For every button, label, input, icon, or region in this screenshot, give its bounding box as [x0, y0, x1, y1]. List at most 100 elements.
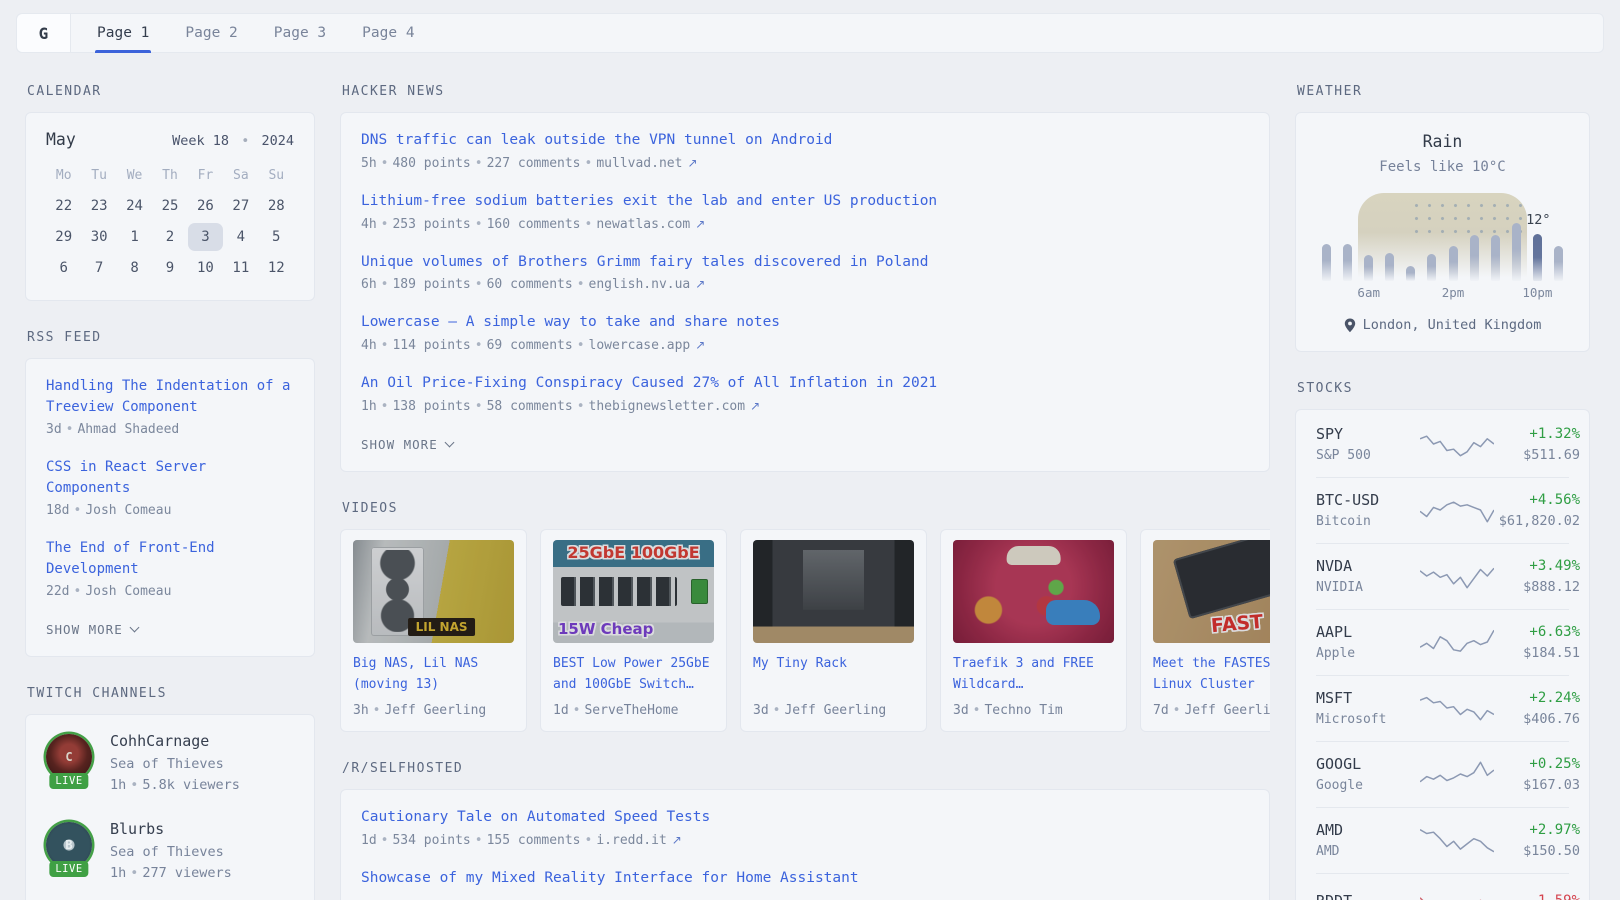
video-card[interactable]: My Tiny Rack3d•Jeff Geerling — [740, 529, 927, 732]
calendar-day[interactable]: 2 — [152, 223, 187, 251]
item-title-link[interactable]: An Oil Price-Fixing Conspiracy Caused 27… — [361, 373, 1249, 395]
weather-bar — [1406, 266, 1415, 281]
video-title-link[interactable]: BEST Low Power 25GbE and 100GbE Switch… — [553, 654, 714, 696]
video-card[interactable]: 25GbE 100GbE15W Cheap BEST Low Power 25Gb… — [540, 529, 727, 732]
separator-dot: • — [573, 703, 581, 718]
stock-sparkline — [1420, 428, 1494, 460]
calendar-day[interactable]: 7 — [81, 254, 116, 282]
stock-row[interactable]: BTC-USDBitcoin+4.56%$61,820.02 — [1316, 477, 1569, 543]
stock-spark-wrap — [1420, 626, 1494, 658]
weather-section-title: WEATHER — [1297, 84, 1590, 99]
calendar-day[interactable]: 27 — [223, 192, 258, 220]
meta-part: Jeff Geerling — [384, 703, 486, 718]
calendar-day-selected[interactable]: 3 — [188, 223, 223, 251]
video-thumbnail[interactable] — [753, 540, 914, 643]
video-title-link[interactable]: Traefik 3 and FREE Wildcard… — [953, 654, 1114, 696]
video-meta: 3d•Techno Tim — [953, 703, 1114, 718]
channel-name[interactable]: Blurbs — [110, 820, 232, 838]
external-link-icon: ↗ — [672, 833, 682, 847]
calendar-month: May — [46, 130, 76, 149]
calendar-day[interactable]: 8 — [117, 254, 152, 282]
stock-price: $406.76 — [1494, 711, 1580, 727]
video-thumbnail[interactable] — [953, 540, 1114, 643]
calendar-day[interactable]: 1 — [117, 223, 152, 251]
item-title-link[interactable]: Lowercase – A simple way to take and sha… — [361, 312, 1249, 334]
source-domain: newatlas.com — [596, 217, 690, 232]
show-more-label: SHOW MORE — [361, 437, 438, 452]
nav-tab-page-2[interactable]: Page 2 — [185, 14, 237, 52]
item-title-link[interactable]: Handling The Indentation of a Treeview C… — [46, 376, 294, 418]
twitch-channel-row[interactable]: CLIVECohhCarnageSea of Thieves1h•5.8k vi… — [46, 732, 294, 796]
app-logo[interactable]: G — [17, 14, 71, 52]
nav-tab-page-4[interactable]: Page 4 — [362, 14, 414, 52]
calendar-day[interactable]: 12 — [259, 254, 294, 282]
stock-row[interactable]: MSFTMicrosoft+2.24%$406.76 — [1316, 675, 1569, 741]
video-title-link[interactable]: My Tiny Rack — [753, 654, 914, 696]
calendar-day[interactable]: 5 — [259, 223, 294, 251]
item-title-link[interactable]: Lithium-free sodium batteries exit the l… — [361, 191, 1249, 213]
item-title-link[interactable]: Unique volumes of Brothers Grimm fairy t… — [361, 252, 1249, 274]
hackernews-section-title: HACKER NEWS — [342, 84, 1270, 99]
hackernews-show-more-button[interactable]: SHOW MORE — [361, 437, 453, 452]
stock-spark-wrap — [1420, 824, 1494, 856]
nav-tab-page-1[interactable]: Page 1 — [97, 14, 149, 52]
video-card[interactable]: LIL NASBig NAS, Lil NAS (moving 13)3h•Je… — [340, 529, 527, 732]
stock-row[interactable]: GOOGLGoogle+0.25%$167.03 — [1316, 741, 1569, 807]
rss-show-more-button[interactable]: SHOW MORE — [46, 622, 138, 637]
list-item: An Oil Price-Fixing Conspiracy Caused 27… — [361, 373, 1249, 414]
stock-spark-wrap — [1420, 560, 1494, 592]
list-item: CSS in React Server Components18d•Josh C… — [46, 457, 294, 518]
twitch-section: TWITCH CHANNELS CLIVECohhCarnageSea of T… — [25, 686, 315, 900]
stock-row[interactable]: SPYS&P 500+1.32%$511.69 — [1316, 412, 1569, 477]
stock-name: Apple — [1316, 646, 1420, 661]
calendar-day[interactable]: 29 — [46, 223, 81, 251]
item-title-link[interactable]: CSS in React Server Components — [46, 457, 294, 499]
stock-change: -1.59% — [1494, 893, 1580, 900]
calendar-day[interactable]: 30 — [81, 223, 116, 251]
calendar-weekday: Fr — [188, 164, 223, 189]
separator-dot: • — [585, 156, 593, 171]
channel-name[interactable]: CohhCarnage — [110, 732, 240, 750]
nav-tab-page-3[interactable]: Page 3 — [274, 14, 326, 52]
calendar-day[interactable]: 26 — [188, 192, 223, 220]
calendar-day[interactable]: 24 — [117, 192, 152, 220]
video-thumbnail[interactable]: FAST — [1153, 540, 1270, 643]
twitch-channel-row[interactable]: BLIVEBlurbsSea of Thieves1h•277 viewers — [46, 820, 294, 884]
video-thumbnail[interactable]: 25GbE 100GbE15W Cheap — [553, 540, 714, 643]
calendar-weekday: Su — [259, 164, 294, 189]
stock-row[interactable]: RDDT-1.59% — [1316, 873, 1569, 900]
calendar-day[interactable]: 22 — [46, 192, 81, 220]
meta-part: Josh Comeau — [85, 503, 171, 518]
calendar-day[interactable]: 11 — [223, 254, 258, 282]
video-thumbnail[interactable]: LIL NAS — [353, 540, 514, 643]
video-card[interactable]: Traefik 3 and FREE Wildcard… 3d•Techno Ti… — [940, 529, 1127, 732]
item-title-link[interactable]: The End of Front-End Development — [46, 538, 294, 580]
video-card[interactable]: FASTMeet the FASTEST Linux Cluster7d•Jef… — [1140, 529, 1270, 732]
video-title-link[interactable]: Meet the FASTEST Linux Cluster — [1153, 654, 1270, 696]
chevron-down-icon — [444, 437, 454, 447]
stock-row[interactable]: NVDANVIDIA+3.49%$888.12 — [1316, 543, 1569, 609]
item-title-link[interactable]: Cautionary Tale on Automated Speed Tests — [361, 807, 1249, 829]
meta-part: 7d — [1153, 703, 1169, 718]
item-title-link[interactable]: DNS traffic can leak outside the VPN tun… — [361, 130, 1249, 152]
stock-row[interactable]: AMDAMD+2.97%$150.50 — [1316, 807, 1569, 873]
calendar-day[interactable]: 25 — [152, 192, 187, 220]
meta-part: 534 points — [392, 833, 470, 848]
calendar-day[interactable]: 9 — [152, 254, 187, 282]
video-title-link[interactable]: Big NAS, Lil NAS (moving 13) — [353, 654, 514, 696]
calendar-day[interactable]: 4 — [223, 223, 258, 251]
calendar-day[interactable]: 6 — [46, 254, 81, 282]
calendar-day[interactable]: 10 — [188, 254, 223, 282]
stock-row[interactable]: AAPLApple+6.63%$184.51 — [1316, 609, 1569, 675]
stock-name: Bitcoin — [1316, 514, 1420, 529]
meta-part: 160 comments — [487, 217, 581, 232]
weather-bar-column — [1442, 193, 1463, 281]
thumbnail-dim-overlay — [1153, 540, 1270, 643]
calendar-day[interactable]: 28 — [259, 192, 294, 220]
chevron-down-icon — [129, 623, 139, 633]
calendar-day[interactable]: 23 — [81, 192, 116, 220]
weather-bar — [1491, 235, 1500, 281]
weather-location-text: London, United Kingdom — [1363, 317, 1542, 333]
item-title-link[interactable]: Showcase of my Mixed Reality Interface f… — [361, 868, 1249, 890]
meta-part: Techno Tim — [984, 703, 1062, 718]
